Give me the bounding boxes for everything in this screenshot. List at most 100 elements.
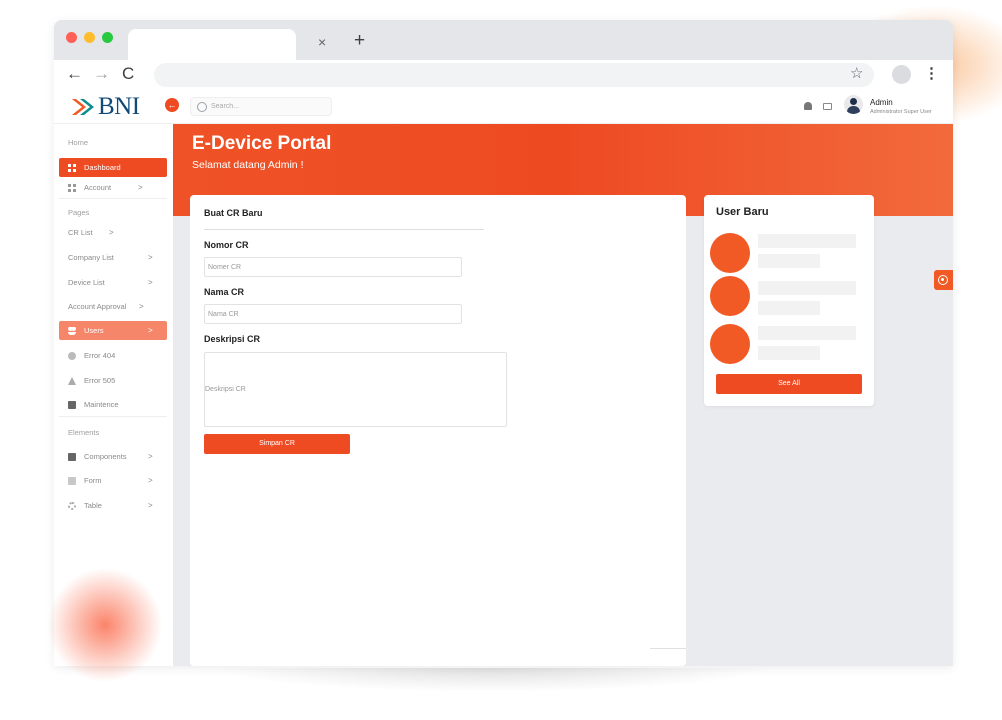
search-input[interactable] (211, 103, 321, 110)
sidebar-item-device-list[interactable]: Device List > (68, 278, 153, 287)
window-shadow (210, 668, 770, 692)
close-tab-icon[interactable]: × (318, 34, 326, 50)
sidebar-item-account-approval[interactable]: Account Approval > (68, 302, 144, 311)
sidebar-item-dashboard[interactable]: Dashboard (59, 158, 167, 177)
user-detail-placeholder (758, 254, 820, 268)
search-icon (197, 101, 207, 112)
back-arrow-icon[interactable]: ← (66, 64, 83, 84)
card-edge-line (650, 648, 686, 649)
sidebar-section-home: Home (68, 138, 89, 147)
bell-icon[interactable] (804, 102, 812, 110)
sidebar-item-company-list[interactable]: Company List > (68, 253, 153, 262)
sidebar-item-label: Error 404 (84, 351, 116, 360)
deskripsi-cr-placeholder: Deskripsi CR (205, 386, 246, 393)
browser-toolbar: ← → C ☆ ⋮ (54, 60, 953, 90)
sidebar-section-pages: Pages (68, 208, 90, 217)
page-title: E-Device Portal (192, 133, 332, 154)
sidebar-item-account[interactable]: Account > (68, 183, 143, 192)
maximize-window-button[interactable] (102, 32, 113, 43)
deskripsi-cr-label: Deskripsi CR (204, 334, 261, 344)
sidebar-item-label: Error 505 (84, 376, 116, 385)
welcome-message: Selamat datang Admin ! (192, 159, 304, 171)
nomor-cr-input[interactable] (204, 257, 462, 277)
sidebar-item-label: Components (84, 452, 127, 461)
search-box[interactable] (190, 97, 332, 116)
simpan-cr-button[interactable]: Simpan CR (204, 434, 350, 454)
sidebar-item-label: CR List (68, 228, 93, 237)
user-role: Administrator Super User (870, 109, 932, 115)
settings-button[interactable] (934, 270, 953, 290)
dashboard-icon (68, 163, 76, 172)
chevron-right-icon: > (148, 452, 153, 461)
reload-icon[interactable]: C (122, 64, 134, 84)
browser-menu-icon[interactable]: ⋮ (924, 64, 939, 82)
sidebar-item-label: Table (84, 501, 102, 510)
avatar-body (847, 106, 860, 114)
user-name[interactable]: Admin (870, 98, 893, 107)
user-name-placeholder (758, 234, 856, 248)
form-icon (68, 476, 76, 485)
sidebar-item-label: Users (84, 326, 104, 335)
form-title-divider (204, 229, 484, 230)
address-bar[interactable] (154, 63, 874, 87)
user-name-placeholder (758, 326, 856, 340)
sidebar-item-components[interactable]: Components > (68, 452, 153, 461)
chevron-right-icon: > (148, 476, 153, 485)
components-icon (68, 452, 76, 461)
collapse-sidebar-button[interactable]: ← (165, 98, 179, 112)
profile-avatar[interactable] (892, 65, 911, 84)
close-window-button[interactable] (66, 32, 77, 43)
chevron-right-icon: > (148, 501, 153, 510)
browser-tab[interactable] (128, 29, 296, 60)
sidebar-item-cr-list[interactable]: CR List > (68, 228, 114, 237)
sidebar-item-table[interactable]: Table > (68, 501, 153, 510)
new-tab-icon[interactable]: + (354, 30, 365, 52)
screenshot-stage: × + ← → C ☆ ⋮ BNI ← Search... Admin Admi… (0, 0, 1002, 720)
forward-arrow-icon[interactable]: → (93, 64, 110, 84)
nama-cr-input[interactable] (204, 304, 462, 324)
user-avatar-circle[interactable] (710, 324, 750, 364)
sidebar-divider (59, 416, 167, 417)
sidebar-item-error-505[interactable]: Error 505 (68, 376, 115, 385)
sidebar-item-label: Device List (68, 278, 105, 287)
sidebar-item-error-404[interactable]: Error 404 (68, 351, 115, 360)
deskripsi-cr-textarea[interactable]: Deskripsi CR (204, 352, 507, 427)
user-detail-placeholder (758, 301, 820, 315)
table-icon (68, 501, 76, 510)
sidebar-item-label: Maintence (84, 400, 119, 409)
sidebar-item-label: Account Approval (68, 302, 127, 311)
see-all-button[interactable]: See All (716, 374, 862, 394)
minimize-window-button[interactable] (84, 32, 95, 43)
sidebar-divider (59, 198, 167, 199)
users-icon (68, 326, 76, 335)
user-name-placeholder (758, 281, 856, 295)
error-circle-icon (68, 351, 76, 360)
sidebar-item-users[interactable]: Users > (59, 321, 167, 340)
user-avatar[interactable] (844, 95, 863, 114)
warning-triangle-icon (68, 376, 76, 385)
chevron-right-icon: > (148, 326, 153, 335)
chevron-right-icon: > (138, 183, 143, 192)
gear-icon (938, 275, 948, 285)
sidebar-item-label: Dashboard (84, 163, 121, 172)
nama-cr-label: Nama CR (204, 287, 245, 297)
browser-window: × + ← → C ☆ ⋮ BNI ← Search... Admin Admi… (54, 20, 953, 666)
avatar-head (850, 98, 857, 105)
bni-logo-icon (72, 99, 94, 115)
sidebar: Home Dashboard Account > Pages CR List >… (54, 124, 173, 666)
browser-tab-bar: × + (54, 20, 953, 60)
nomor-cr-label: Nomor CR (204, 240, 249, 250)
mail-icon[interactable] (823, 103, 832, 110)
sidebar-item-label: Company List (68, 253, 114, 262)
user-avatar-circle[interactable] (710, 233, 750, 273)
sidebar-item-form[interactable]: Form > (68, 476, 153, 485)
app-header: BNI ← Admin Administrator Super User (54, 90, 953, 124)
new-users-title: User Baru (716, 206, 769, 218)
sidebar-item-maintenance[interactable]: Maintence (68, 400, 119, 409)
bookmark-star-icon[interactable]: ☆ (850, 64, 863, 82)
account-icon (68, 183, 76, 192)
chevron-right-icon: > (139, 302, 144, 311)
bni-logo[interactable]: BNI (70, 93, 140, 120)
user-avatar-circle[interactable] (710, 276, 750, 316)
chevron-right-icon: > (148, 253, 153, 262)
